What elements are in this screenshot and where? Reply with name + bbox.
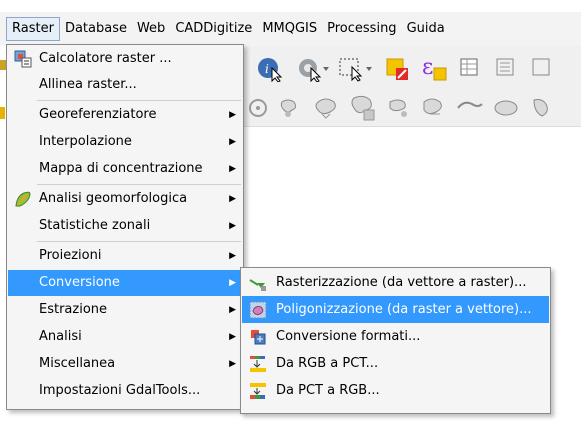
- submenu-arrow-icon: ▶: [229, 305, 236, 315]
- deselect-features-icon[interactable]: [384, 56, 412, 82]
- toolbar-shapes: [240, 90, 581, 127]
- submenu-arrow-icon: ▶: [229, 110, 236, 120]
- menu-item-label: Estrazione: [39, 302, 108, 317]
- rasterize-icon: [249, 279, 266, 291]
- extra-shape-tool-icon[interactable]: [530, 96, 554, 120]
- menu-item-estrazione[interactable]: Estrazione ▶: [8, 297, 242, 323]
- polygon-tool-icon[interactable]: [350, 94, 378, 122]
- menu-item-interpolazione[interactable]: Interpolazione ▶: [8, 129, 242, 155]
- terrain-analysis-icon: [15, 191, 31, 207]
- raster-menu: Calcolatore raster ... Allinea raster...…: [6, 44, 244, 410]
- menu-item-analisi-geomorfologica[interactable]: Analisi geomorfologica ▶: [8, 186, 242, 212]
- menu-item-label: Conversione: [39, 275, 120, 290]
- menu-item-label: Analisi: [39, 329, 82, 344]
- submenu-item-rgb-pct[interactable]: Da RGB a PCT...: [242, 350, 549, 377]
- toolbar-top: i ε: [240, 46, 581, 91]
- pct-to-rgb-icon: [250, 383, 266, 399]
- submenu-arrow-icon: ▶: [229, 359, 236, 369]
- toolbar-overflow-icon[interactable]: [532, 58, 552, 78]
- submenu-arrow-icon: ▶: [229, 332, 236, 342]
- menu-item-impostazioni-gdaltools[interactable]: Impostazioni GdalTools...: [8, 378, 242, 404]
- menu-item-label: Analisi geomorfologica: [39, 191, 188, 206]
- menu-separator: [37, 184, 241, 185]
- menu-separator: [37, 241, 241, 242]
- menu-item-label: Proiezioni: [39, 248, 102, 263]
- menu-web[interactable]: Web: [132, 18, 170, 40]
- spline-tool-icon[interactable]: [420, 96, 448, 120]
- menu-database[interactable]: Database: [60, 18, 132, 40]
- menu-item-conversione[interactable]: Conversione ▶: [8, 270, 242, 296]
- curve-tool-icon[interactable]: [456, 98, 484, 118]
- menu-item-label: Miscellanea: [39, 356, 116, 371]
- submenu-arrow-icon: ▶: [229, 137, 236, 147]
- conversion-submenu: Rasterizzazione (da vettore a raster)...…: [240, 267, 551, 414]
- submenu-arrow-icon: ▶: [229, 194, 236, 204]
- menu-item-label: Statistiche zonali: [39, 218, 151, 233]
- submenu-item-poligonizzazione[interactable]: Poligonizzazione (da raster a vettore)..…: [242, 296, 549, 323]
- menu-item-georeferenziatore[interactable]: Georeferenziatore ▶: [8, 102, 242, 128]
- menu-item-statistiche-zonali[interactable]: Statistiche zonali ▶: [8, 213, 242, 239]
- submenu-arrow-icon: ▶: [229, 164, 236, 174]
- submenu-arrow-icon: ▶: [229, 251, 236, 261]
- settings-select-icon[interactable]: [296, 56, 330, 82]
- menu-item-label: Impostazioni GdalTools...: [39, 383, 201, 398]
- polygonize-icon: [249, 301, 267, 319]
- submenu-arrow-icon: ▶: [229, 278, 236, 288]
- submenu-item-conversione-formati[interactable]: Conversione formati...: [242, 323, 549, 350]
- ellipse-tool-icon[interactable]: [314, 96, 342, 120]
- menu-separator: [37, 100, 241, 101]
- menu-guida[interactable]: Guida: [402, 18, 450, 40]
- menu-item-label: Interpolazione: [39, 134, 132, 149]
- menu-item-allinea-raster[interactable]: Allinea raster...: [8, 72, 242, 98]
- menu-item-mappa-concentrazione[interactable]: Mappa di concentrazione ▶: [8, 156, 242, 182]
- circle-tool-icon[interactable]: [278, 96, 302, 120]
- menu-item-label: Calcolatore raster ...: [39, 51, 172, 66]
- submenu-item-pct-rgb[interactable]: Da PCT a RGB...: [242, 377, 549, 404]
- menu-raster[interactable]: Raster: [6, 17, 60, 41]
- submenu-arrow-icon: ▶: [229, 221, 236, 231]
- raster-calculator-icon: [14, 50, 32, 68]
- menu-mmqgis[interactable]: MMQGIS: [257, 18, 322, 40]
- select-features-icon[interactable]: [338, 56, 374, 82]
- submenu-item-label: Poligonizzazione (da raster a vettore)..…: [276, 302, 532, 317]
- menu-item-label: Mappa di concentrazione: [39, 161, 203, 176]
- menu-caddigitize[interactable]: CADDigitize: [170, 18, 257, 40]
- menu-processing[interactable]: Processing: [322, 18, 401, 40]
- arc-tool-icon[interactable]: [386, 96, 412, 120]
- svg-text:ε: ε: [422, 55, 433, 80]
- menu-item-miscellanea[interactable]: Miscellanea ▶: [8, 351, 242, 377]
- field-calculator-icon[interactable]: [496, 58, 516, 78]
- identify-features-icon[interactable]: i: [256, 56, 284, 82]
- oval-tool-icon[interactable]: [492, 98, 520, 118]
- menu-item-label: Allinea raster...: [39, 77, 137, 92]
- submenu-item-label: Da RGB a PCT...: [276, 356, 379, 371]
- menu-bar: Raster Database Web CADDigitize MMQGIS P…: [0, 12, 581, 46]
- expression-select-icon[interactable]: ε: [420, 54, 450, 82]
- menu-item-analisi[interactable]: Analisi ▶: [8, 324, 242, 350]
- submenu-item-label: Rasterizzazione (da vettore a raster)...: [276, 275, 527, 290]
- rgb-to-pct-icon: [250, 356, 266, 372]
- menu-item-calcolatore-raster[interactable]: Calcolatore raster ...: [8, 46, 242, 72]
- svg-text:i: i: [265, 62, 269, 76]
- translate-format-icon: [251, 330, 266, 345]
- submenu-item-rasterizzazione[interactable]: Rasterizzazione (da vettore a raster)...: [242, 269, 549, 296]
- menu-item-proiezioni[interactable]: Proiezioni ▶: [8, 243, 242, 269]
- rotate-tool-icon[interactable]: [246, 96, 270, 120]
- submenu-item-label: Conversione formati...: [276, 329, 421, 344]
- attribute-table-icon[interactable]: [460, 58, 480, 78]
- toolbar-fragment-icon-2: [0, 107, 5, 119]
- submenu-item-label: Da PCT a RGB...: [276, 383, 380, 398]
- menu-item-label: Georeferenziatore: [39, 107, 157, 122]
